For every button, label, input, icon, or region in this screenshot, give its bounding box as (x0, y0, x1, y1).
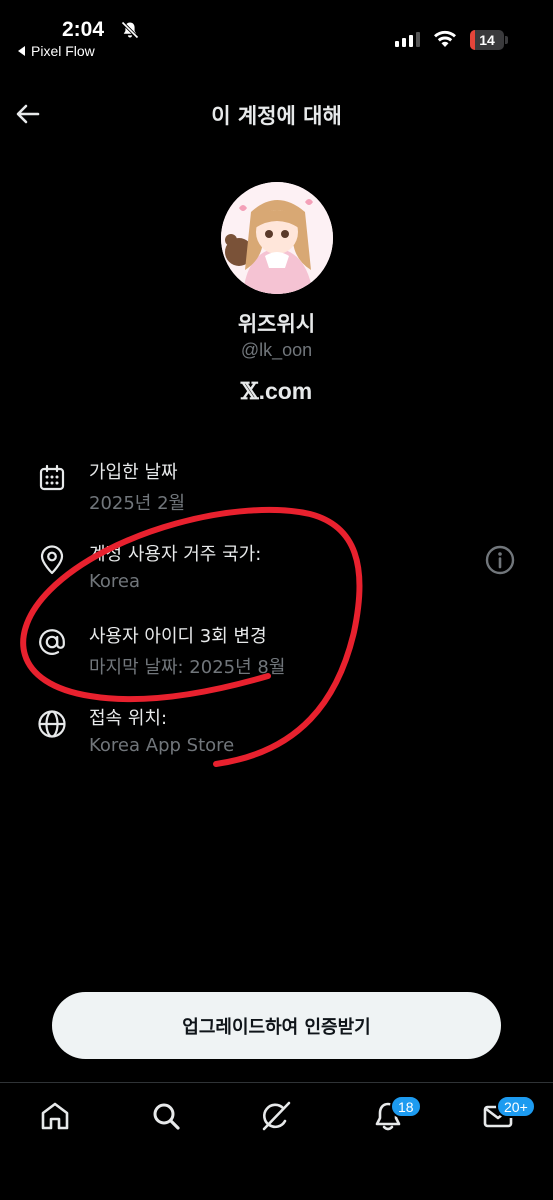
calendar-icon (39, 464, 65, 491)
back-app-label: Pixel Flow (31, 43, 95, 59)
status-time: 2:04 (62, 18, 105, 41)
info-value: 2025년 2월 (89, 493, 186, 514)
status-bar: 2:04 Pixel Flow 14 (0, 0, 553, 70)
avatar (221, 182, 333, 294)
location-pin-icon (40, 545, 64, 575)
upgrade-verify-button[interactable]: 업그레이드하여 인증받기 (52, 992, 501, 1059)
info-title: 계정 사용자 거주 국가: (89, 544, 262, 565)
bell-slash-icon (121, 21, 139, 39)
back-to-app-link[interactable]: Pixel Flow (18, 43, 95, 59)
avatar-illustration (221, 182, 333, 294)
grok-icon[interactable] (259, 1099, 293, 1133)
home-icon[interactable] (38, 1099, 72, 1133)
page-title: 이 계정에 대해 (211, 104, 342, 128)
info-value: Korea App Store (89, 735, 235, 756)
brand-domain: .com (258, 378, 313, 404)
messages-badge: 20+ (496, 1095, 536, 1118)
globe-icon (38, 710, 66, 738)
info-row-connected-via: 접속 위치: Korea App Store (0, 704, 553, 774)
notifications-badge: 18 (390, 1095, 422, 1118)
upgrade-verify-label: 업그레이드하여 인증받기 (182, 1016, 371, 1038)
info-title: 가입한 날짜 (89, 462, 178, 483)
wifi-icon (434, 30, 456, 47)
display-name: 위즈위시 (237, 312, 316, 336)
info-circle-icon[interactable] (484, 544, 516, 576)
info-row-country: 계정 사용자 거주 국가: Korea (0, 540, 553, 610)
search-icon[interactable] (149, 1099, 183, 1133)
page-header: 이 계정에 대해 (0, 90, 553, 138)
battery-indicator: 14 (470, 30, 504, 50)
info-row-joined: 가입한 날짜 2025년 2월 (0, 458, 553, 528)
info-row-username-changes: 사용자 아이디 3회 변경 마지막 날짜: 2025년 8월 (0, 622, 553, 692)
info-value: Korea (89, 571, 141, 592)
info-title: 접속 위치: (89, 708, 168, 729)
info-title: 사용자 아이디 3회 변경 (89, 626, 267, 647)
bottom-tab-bar: 18 20+ (0, 1082, 553, 1200)
cellular-signal-icon (395, 32, 420, 47)
battery-fill (470, 30, 475, 50)
user-handle: @lk_oon (240, 340, 313, 360)
back-triangle-icon (18, 46, 25, 56)
at-sign-icon (39, 629, 65, 655)
x-logo-icon: 𝕏 (240, 378, 259, 405)
battery-tip (505, 36, 508, 44)
battery-level: 14 (479, 32, 495, 48)
platform-brand: 𝕏.com (0, 378, 553, 405)
info-value: 마지막 날짜: 2025년 8월 (89, 657, 286, 678)
